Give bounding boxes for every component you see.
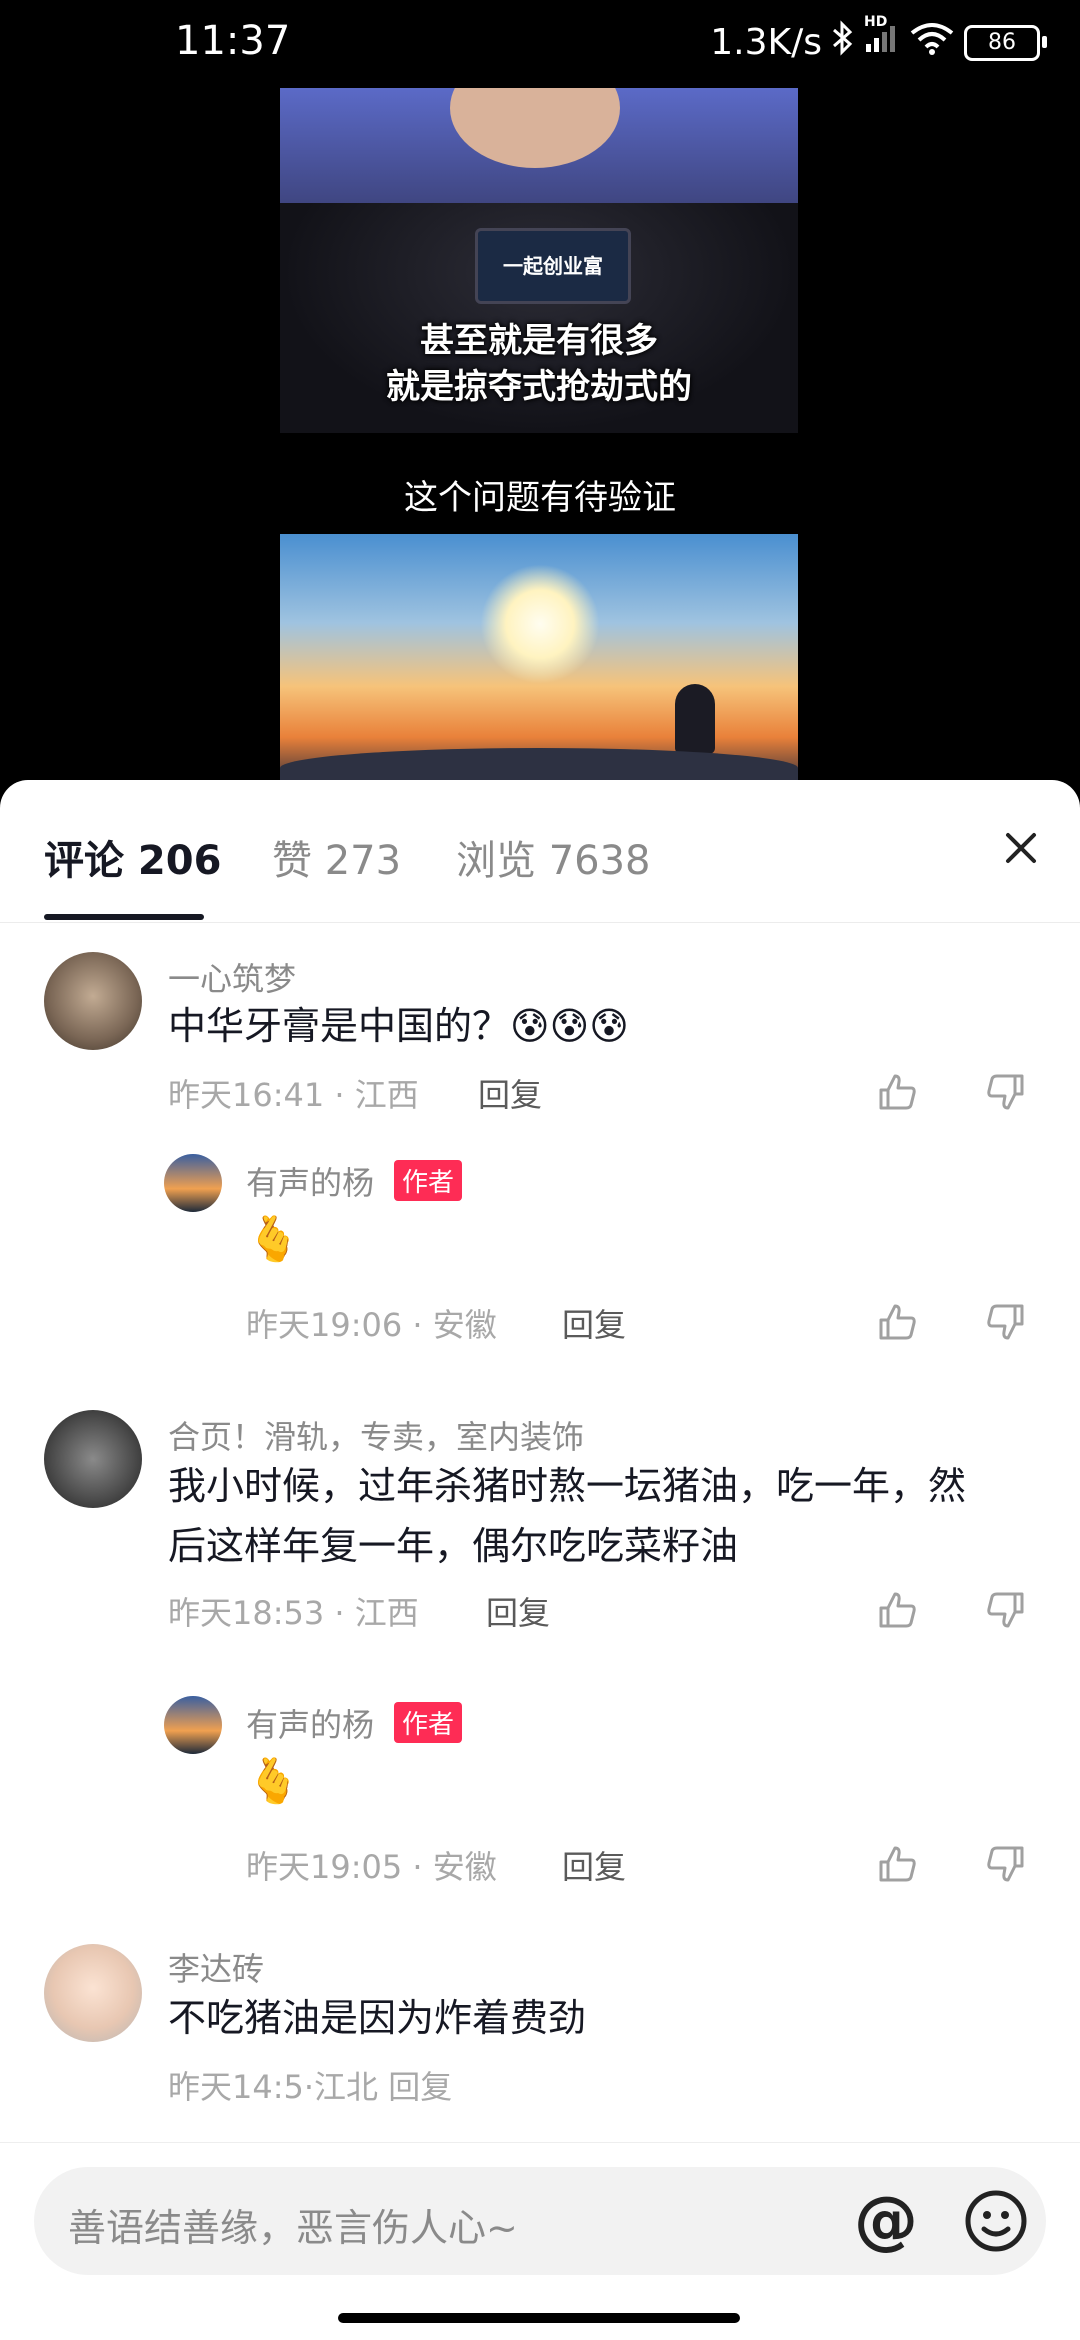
comment-meta: 昨天19:06 · 安徽 xyxy=(246,1306,497,1344)
microphone-banner: 一起创业富 xyxy=(475,228,631,304)
speaker-image xyxy=(450,88,620,168)
comment-sheet: 评论 206 赞 273 浏览 7638 一心筑梦 中华牙膏是中国的？😰😰😰 昨… xyxy=(0,780,1080,2340)
dislike-icon[interactable] xyxy=(984,1300,1028,1344)
network-speed: 1.3K/s xyxy=(710,22,822,63)
dislike-icon[interactable] xyxy=(984,1842,1028,1886)
network-type: HD xyxy=(864,14,888,30)
like-icon[interactable] xyxy=(875,1588,919,1632)
home-indicator[interactable] xyxy=(338,2313,740,2323)
video-frame-top: 一起创业富 甚至就是有很多 就是掠夺式抢劫式的 xyxy=(280,88,798,433)
comment-meta: 昨天16:41 · 江西 xyxy=(168,1076,419,1114)
mention-icon[interactable]: @ xyxy=(846,2181,926,2261)
comment-text-line1: 我小时候，过年杀猪时熬一坛猪油，吃一年，然 xyxy=(168,1464,967,1508)
commenter-name[interactable]: 李达砖 xyxy=(168,1944,264,1990)
status-time: 11:37 xyxy=(175,18,291,64)
emoji-icon[interactable] xyxy=(956,2181,1036,2261)
comment-meta: 昨天19:05 · 安徽 xyxy=(246,1848,497,1886)
author-badge: 作者 xyxy=(394,1702,463,1743)
signal-icon: HD xyxy=(864,14,900,63)
sun-image xyxy=(480,564,600,684)
video-caption-line1: 甚至就是有很多 xyxy=(420,321,658,361)
comment-tabs: 评论 206 赞 273 浏览 7638 xyxy=(0,780,1080,923)
like-icon[interactable] xyxy=(875,1842,919,1886)
comment-text-line2: 后这样年复一年，偶尔吃吃菜籽油 xyxy=(168,1524,739,1568)
comment-text: 不吃猪油是因为炸着费劲 xyxy=(168,1996,587,2040)
comment-input-placeholder: 善语结善缘，恶言伤人心~ xyxy=(68,2206,518,2250)
battery-indicator: 86 xyxy=(964,24,1047,61)
comment-input-bar: 善语结善缘，恶言伤人心~ @ xyxy=(0,2142,1080,2340)
commenter-name[interactable]: 有声的杨 xyxy=(246,1158,374,1204)
reply-button[interactable]: 回复 xyxy=(562,1300,626,1346)
microphone-banner-text: 一起创业富 xyxy=(503,254,603,278)
wifi-icon xyxy=(910,21,954,64)
status-right: 1.3K/s HD 86 xyxy=(710,14,1047,65)
comment-input[interactable]: 善语结善缘，恶言伤人心~ @ xyxy=(34,2167,1046,2275)
reply-button[interactable]: 回复 xyxy=(486,1588,550,1634)
meditating-figure xyxy=(675,684,715,754)
tab-comments[interactable]: 评论 206 xyxy=(44,828,221,886)
comment-text: 🫰 xyxy=(246,1214,301,1265)
active-tab-indicator xyxy=(44,914,204,920)
comment-text: 中华牙膏是中国的？😰😰😰 xyxy=(168,1004,629,1048)
avatar[interactable] xyxy=(164,1154,222,1212)
reply-button[interactable]: 回复 xyxy=(478,1070,542,1116)
video-frame-bottom xyxy=(280,534,798,788)
comment-text: 🫰 xyxy=(246,1756,301,1807)
commenter-name[interactable]: 合页！滑轨，专卖，室内装饰 xyxy=(168,1412,584,1458)
reply-button[interactable]: 回复 xyxy=(562,1842,626,1888)
avatar[interactable] xyxy=(44,1410,142,1508)
dislike-icon[interactable] xyxy=(984,1588,1028,1632)
avatar[interactable] xyxy=(44,952,142,1050)
comment-list: 一心筑梦 中华牙膏是中国的？😰😰😰 昨天16:41 · 江西 回复 有声的杨 作… xyxy=(0,922,1080,2142)
bluetooth-icon xyxy=(832,20,854,65)
commenter-name[interactable]: 一心筑梦 xyxy=(168,954,296,1000)
like-icon[interactable] xyxy=(875,1070,919,1114)
avatar[interactable] xyxy=(164,1696,222,1754)
close-icon[interactable] xyxy=(996,824,1046,874)
like-icon[interactable] xyxy=(875,1300,919,1344)
tab-likes[interactable]: 赞 273 xyxy=(272,828,401,886)
comment-meta: 昨天14:5·江北 回复 xyxy=(168,2068,453,2106)
tab-views[interactable]: 浏览 7638 xyxy=(456,828,651,886)
dislike-icon[interactable] xyxy=(984,1070,1028,1114)
video-caption-line2: 就是掠夺式抢劫式的 xyxy=(386,367,692,407)
avatar[interactable] xyxy=(44,1944,142,2042)
commenter-name[interactable]: 有声的杨 xyxy=(246,1700,374,1746)
status-bar: 11:37 1.3K/s HD 86 xyxy=(0,0,1080,88)
author-badge: 作者 xyxy=(394,1160,463,1201)
video-player[interactable]: 一起创业富 甚至就是有很多 就是掠夺式抢劫式的 这个问题有待验证 xyxy=(0,88,1080,788)
comment-meta: 昨天18:53 · 江西 xyxy=(168,1594,419,1632)
video-mid-caption: 这个问题有待验证 xyxy=(404,478,676,518)
